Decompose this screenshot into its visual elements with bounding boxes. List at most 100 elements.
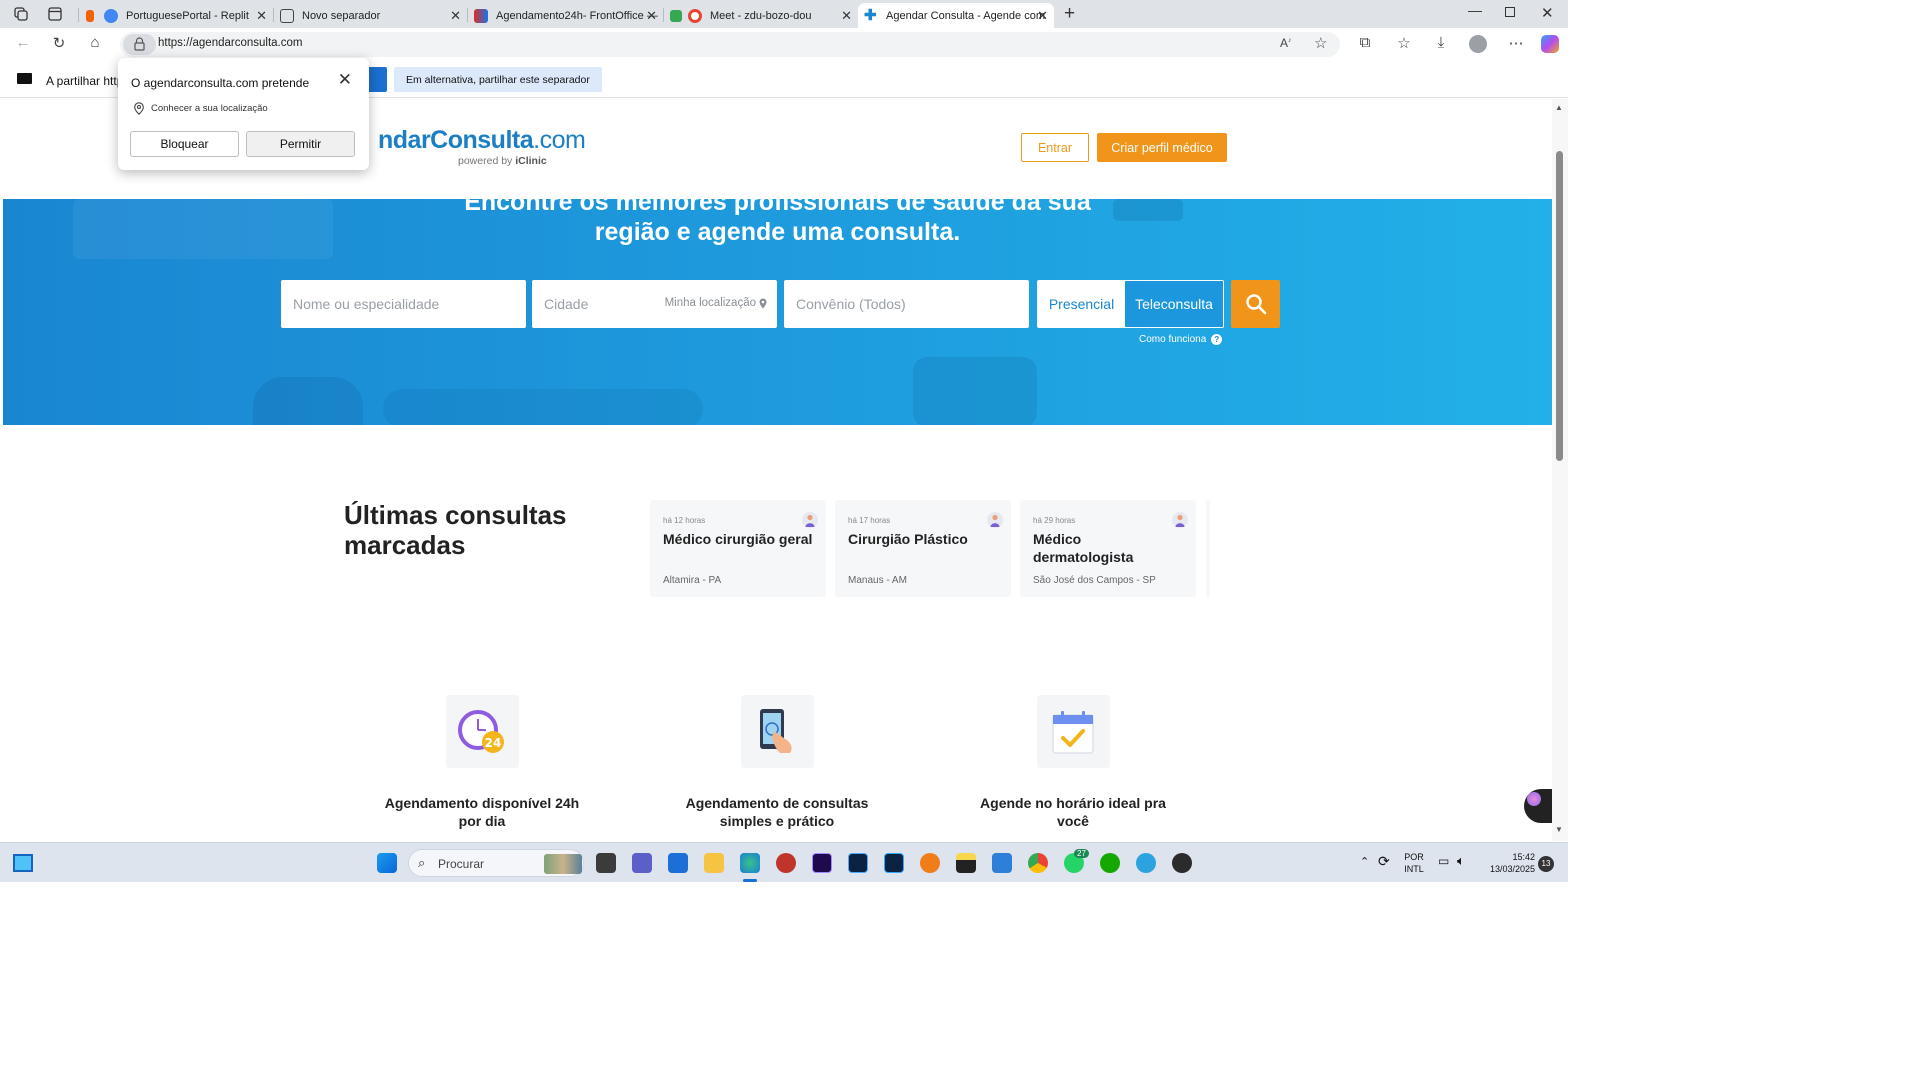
block-button[interactable]: Bloquear [130, 131, 239, 157]
close-tab-icon[interactable]: ✕ [450, 8, 461, 24]
downloads-icon[interactable]: ⤓ [1430, 34, 1452, 51]
logo-tagline: powered by iClinic [458, 155, 547, 167]
sync-icon[interactable]: ⟳ [1378, 853, 1390, 870]
premiere-icon[interactable] [812, 853, 832, 873]
card-time: há 12 horas [663, 516, 706, 525]
consult-type-toggle: Presencial Teleconsulta [1037, 280, 1224, 328]
widgets-icon[interactable] [13, 854, 33, 872]
appointment-card[interactable]: há 29 horas Médico dermatologista São Jo… [1020, 500, 1196, 597]
card-location: São José dos Campos - SP [1033, 575, 1156, 586]
close-tab-icon[interactable]: ✕ [256, 8, 267, 24]
file-explorer-icon[interactable] [704, 853, 724, 873]
scrollbar-thumb[interactable] [1556, 151, 1563, 461]
favorite-star-icon[interactable]: ☆ [1314, 34, 1327, 52]
app-icon[interactable] [1172, 853, 1192, 873]
refresh-icon[interactable]: ↻ [48, 34, 70, 52]
language-indicator[interactable]: POR INTL [1403, 851, 1425, 875]
tab-new[interactable]: Novo separador ✕ [274, 3, 467, 28]
tab-meet[interactable]: Meet - zdu-bozo-dou ✕ [664, 3, 858, 28]
search-icon [1245, 294, 1266, 315]
edge-active-indicator [743, 879, 757, 882]
extensions-icon[interactable]: ⧉ [1354, 34, 1376, 51]
browser-toolbar: ← ↻ ⌂ https://agendarconsulta.com A♪ ☆ ⧉… [0, 28, 1568, 62]
allow-button[interactable]: Permitir [246, 131, 355, 157]
chrome-icon[interactable] [1028, 853, 1048, 873]
address-bar[interactable]: https://agendarconsulta.com A♪ ☆ [120, 32, 1340, 57]
phone-touch-icon [740, 695, 814, 768]
more-menu-icon[interactable]: ⋯ [1505, 34, 1527, 52]
telegram-icon[interactable] [1136, 853, 1156, 873]
tab-agendar-consulta[interactable]: ✚ Agendar Consulta - Agende com ✕ [858, 3, 1054, 28]
tab-replit[interactable]: PortuguesePortal - Replit ✕ [80, 3, 273, 28]
site-info-button[interactable] [123, 34, 156, 55]
presencial-option[interactable]: Presencial [1038, 281, 1125, 327]
feature-24h: 24 Agendamento disponível 24h por dia [372, 695, 592, 830]
doctor-avatar-icon [1172, 512, 1188, 528]
hero-title-line1: Encontre os melhores profissionais de sa… [464, 199, 1091, 216]
davinci-icon[interactable] [776, 853, 796, 873]
accessibility-brain-icon[interactable] [1527, 792, 1541, 806]
my-location-link[interactable]: Minha localização [665, 297, 767, 309]
city-placeholder: Cidade [544, 296, 589, 312]
workspaces-icon[interactable] [13, 6, 29, 22]
store-icon[interactable] [668, 853, 688, 873]
edge-icon[interactable] [740, 853, 760, 873]
scroll-down-icon[interactable]: ▼ [1555, 825, 1563, 834]
notepad-icon[interactable] [992, 853, 1012, 873]
clock[interactable]: 15:42 13/03/2025 [1480, 851, 1535, 875]
close-tab-icon[interactable]: ✕ [646, 8, 657, 24]
how-it-works-link[interactable]: Como funciona ? [1139, 334, 1223, 345]
task-view-icon[interactable] [596, 853, 616, 873]
page-scrollbar[interactable]: ▲ ▼ [1552, 99, 1568, 841]
close-icon[interactable]: ✕ [338, 70, 352, 90]
recording-icon [688, 8, 702, 23]
blender-icon[interactable] [920, 853, 940, 873]
show-hidden-icons-icon[interactable]: ⌃ [1360, 855, 1369, 868]
share-this-tab-button[interactable]: Em alternativa, partilhar este separador [394, 67, 602, 92]
home-icon[interactable]: ⌂ [84, 34, 106, 51]
tab-agendamento24h[interactable]: Agendamento24h- FrontOffice — ✕ [468, 3, 663, 28]
back-icon[interactable]: ← [12, 34, 34, 51]
specialty-search-input[interactable]: Nome ou especialidade [281, 280, 526, 328]
appointment-card[interactable]: há 12 horas Médico cirurgião geral Altam… [650, 500, 826, 597]
lightroom-classic-icon[interactable] [848, 853, 868, 873]
login-button[interactable]: Entrar [1021, 133, 1089, 162]
volume-icon[interactable]: 🔈︎ [1457, 853, 1465, 869]
upwork-icon[interactable] [1100, 853, 1120, 873]
network-icon[interactable]: ▭ [1438, 854, 1449, 868]
taskbar-search[interactable]: ⌕ Procurar [408, 849, 584, 877]
tab-actions-icon[interactable] [48, 7, 62, 21]
url-text[interactable]: https://agendarconsulta.com [158, 37, 302, 49]
close-tab-icon[interactable]: ✕ [841, 8, 852, 24]
feature-label: Agendamento de consultas simples e práti… [685, 795, 869, 829]
appointment-card[interactable]: há 17 horas Cirurgião Plástico Manaus - … [835, 500, 1011, 597]
profile-avatar[interactable] [1469, 35, 1487, 53]
site-logo[interactable]: ndarConsulta.com [378, 126, 586, 155]
read-aloud-icon[interactable]: A♪ [1280, 36, 1292, 50]
restore-icon[interactable] [1505, 7, 1515, 17]
notification-badge[interactable]: 13 [1538, 856, 1554, 872]
copilot-icon[interactable] [1541, 35, 1559, 53]
doctor-avatar-icon [802, 512, 818, 528]
city-input[interactable]: Cidade Minha localização [532, 280, 777, 328]
create-doctor-profile-button[interactable]: Criar perfil médico [1097, 133, 1227, 162]
close-tab-icon[interactable]: ✕ [1037, 8, 1048, 24]
close-window-icon[interactable]: ✕ [1541, 4, 1554, 22]
sticky-notes-icon[interactable] [956, 853, 976, 873]
search-highlight-icon [544, 854, 582, 874]
insurance-select[interactable]: Convênio (Todos) [784, 280, 1029, 328]
help-icon: ? [1211, 334, 1223, 345]
search-button[interactable] [1231, 280, 1280, 328]
photoshop-icon[interactable] [884, 853, 904, 873]
feature-ideal-time: Agende no horário ideal pra você [963, 695, 1183, 830]
latest-appointments-title: Últimas consultas marcadas [344, 500, 567, 560]
svg-text:24: 24 [485, 736, 502, 750]
minimize-icon[interactable]: — [1468, 2, 1482, 18]
scroll-up-icon[interactable]: ▲ [1555, 103, 1563, 112]
start-windows-icon[interactable] [377, 853, 397, 873]
teams-icon[interactable] [632, 853, 652, 873]
teleconsulta-option[interactable]: Teleconsulta [1125, 281, 1223, 327]
new-tab-button[interactable]: + [1064, 3, 1075, 25]
favorites-icon[interactable]: ☆ [1393, 34, 1415, 52]
windows-taskbar: ⌕ Procurar 27 ⌃ ⟳ POR INTL ▭ 🔈︎ 15:42 13/0… [0, 842, 1568, 882]
